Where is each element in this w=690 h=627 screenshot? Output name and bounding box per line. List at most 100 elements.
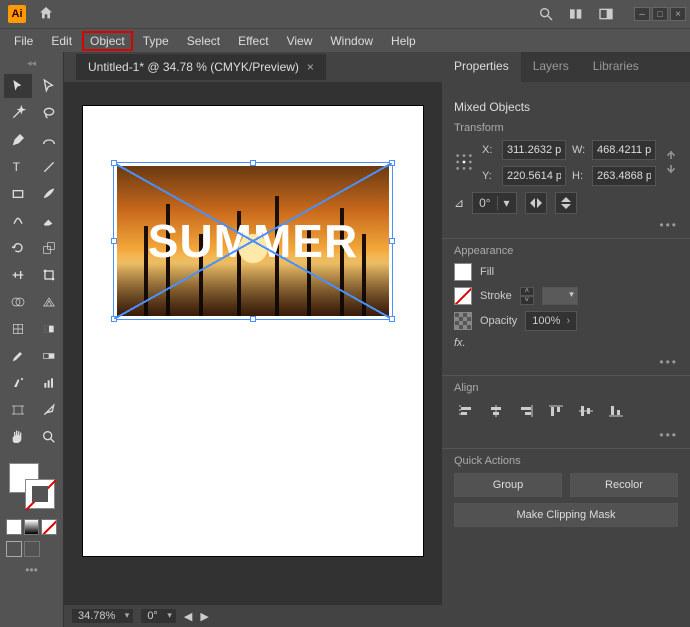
tool-rectangle[interactable] xyxy=(4,182,32,206)
color-mode-none[interactable] xyxy=(41,519,57,535)
stroke-weight-stepper[interactable]: ˄˅ xyxy=(520,287,534,305)
toolbox: ◂◂ T xyxy=(0,52,64,627)
arrange-documents-icon[interactable] xyxy=(566,4,586,24)
y-input[interactable] xyxy=(502,166,566,186)
artboard-nav-prev-icon[interactable]: ◀ xyxy=(184,610,192,623)
appearance-more-icon[interactable]: ••• xyxy=(454,355,678,369)
align-left-button[interactable] xyxy=(454,400,478,422)
tool-shape-builder[interactable] xyxy=(4,290,32,314)
recolor-button[interactable]: Recolor xyxy=(570,473,678,497)
tool-gradient[interactable] xyxy=(35,317,63,341)
group-button[interactable]: Group xyxy=(454,473,562,497)
fill-label: Fill xyxy=(480,266,494,278)
fill-stroke-swatch[interactable] xyxy=(9,463,55,509)
tool-symbol-sprayer[interactable] xyxy=(4,371,32,395)
placed-image[interactable]: SUMMER xyxy=(117,166,389,316)
tool-line[interactable] xyxy=(35,155,63,179)
screen-mode-normal[interactable] xyxy=(6,541,22,557)
document-tab-title: Untitled-1* @ 34.78 % (CMYK/Preview) xyxy=(88,60,299,74)
tool-selection[interactable] xyxy=(4,74,32,98)
tool-eraser[interactable] xyxy=(35,209,63,233)
tab-properties[interactable]: Properties xyxy=(442,52,521,82)
tool-type[interactable]: T xyxy=(4,155,32,179)
close-tab-icon[interactable]: × xyxy=(307,60,314,74)
stroke-label: Stroke xyxy=(480,290,512,302)
document-tab[interactable]: Untitled-1* @ 34.78 % (CMYK/Preview) × xyxy=(76,54,326,80)
tool-free-transform[interactable] xyxy=(35,263,63,287)
color-mode-solid[interactable] xyxy=(6,519,22,535)
tool-hand[interactable] xyxy=(4,425,32,449)
selection-type-label: Mixed Objects xyxy=(454,100,678,114)
collapse-toolbox-icon[interactable]: ◂◂ xyxy=(0,58,63,70)
menu-type[interactable]: Type xyxy=(135,31,177,51)
tool-magic-wand[interactable] xyxy=(4,101,32,125)
window-maximize-button[interactable]: □ xyxy=(652,7,668,21)
tool-perspective-grid[interactable] xyxy=(35,290,63,314)
zoom-field[interactable]: 34.78% xyxy=(72,609,133,623)
tool-column-graph[interactable] xyxy=(35,371,63,395)
tool-scale[interactable] xyxy=(35,236,63,260)
menu-help[interactable]: Help xyxy=(383,31,424,51)
align-bottom-button[interactable] xyxy=(604,400,628,422)
tool-curvature[interactable] xyxy=(35,128,63,152)
flip-vertical-icon[interactable] xyxy=(555,192,577,214)
rotate-view-field[interactable]: 0° xyxy=(141,609,176,623)
window-close-button[interactable]: × xyxy=(670,7,686,21)
h-input[interactable] xyxy=(592,166,656,186)
tool-paintbrush[interactable] xyxy=(35,182,63,206)
window-minimize-button[interactable]: ‒ xyxy=(634,7,650,21)
text-object[interactable]: SUMMER xyxy=(117,166,389,316)
menu-file[interactable]: File xyxy=(6,31,41,51)
canvas[interactable]: SUMMER xyxy=(64,82,442,605)
fx-label[interactable]: fx. xyxy=(454,337,466,349)
opacity-label: Opacity xyxy=(480,315,517,327)
reference-point-icon[interactable] xyxy=(454,152,474,174)
menu-window[interactable]: Window xyxy=(322,31,381,51)
tool-blend[interactable] xyxy=(35,344,63,368)
align-top-button[interactable] xyxy=(544,400,568,422)
flip-horizontal-icon[interactable] xyxy=(525,192,547,214)
panel-tabs: Properties Layers Libraries xyxy=(442,52,690,82)
stroke-swatch-panel[interactable] xyxy=(454,287,472,305)
tool-mesh[interactable] xyxy=(4,317,32,341)
tool-pen[interactable] xyxy=(4,128,32,152)
x-input[interactable] xyxy=(502,140,566,160)
menu-effect[interactable]: Effect xyxy=(230,31,276,51)
stroke-swatch[interactable] xyxy=(25,479,55,509)
transform-more-icon[interactable]: ••• xyxy=(454,218,678,232)
tool-lasso[interactable] xyxy=(35,101,63,125)
rotate-input[interactable]: 0°▾ xyxy=(472,192,517,214)
tool-shaper[interactable] xyxy=(4,209,32,233)
make-clipping-mask-button[interactable]: Make Clipping Mask xyxy=(454,503,678,527)
opacity-input[interactable]: 100% xyxy=(525,311,577,331)
artboard-nav-next-icon[interactable]: ▶ xyxy=(200,610,208,623)
tool-slice[interactable] xyxy=(35,398,63,422)
tool-direct-selection[interactable] xyxy=(35,74,63,98)
w-input[interactable] xyxy=(592,140,656,160)
menu-edit[interactable]: Edit xyxy=(43,31,80,51)
tool-rotate[interactable] xyxy=(4,236,32,260)
align-more-icon[interactable]: ••• xyxy=(454,428,678,442)
tab-libraries[interactable]: Libraries xyxy=(581,52,651,82)
tool-zoom[interactable] xyxy=(35,425,63,449)
tool-width[interactable] xyxy=(4,263,32,287)
align-hcenter-button[interactable] xyxy=(484,400,508,422)
align-section-label: Align xyxy=(454,382,678,394)
tab-layers[interactable]: Layers xyxy=(521,52,581,82)
menu-object[interactable]: Object xyxy=(82,31,133,51)
tool-eyedropper[interactable] xyxy=(4,344,32,368)
tool-artboard[interactable] xyxy=(4,398,32,422)
align-vcenter-button[interactable] xyxy=(574,400,598,422)
menu-view[interactable]: View xyxy=(279,31,321,51)
color-mode-gradient[interactable] xyxy=(24,519,40,535)
stroke-weight-dropdown[interactable] xyxy=(542,287,578,305)
workspace-icon[interactable] xyxy=(596,4,616,24)
menu-select[interactable]: Select xyxy=(179,31,228,51)
align-right-button[interactable] xyxy=(514,400,538,422)
fill-swatch-panel[interactable] xyxy=(454,263,472,281)
screen-mode-full[interactable] xyxy=(24,541,40,557)
search-icon[interactable] xyxy=(536,4,556,24)
home-icon[interactable] xyxy=(38,5,54,24)
link-wh-icon[interactable] xyxy=(664,148,678,179)
edit-toolbar-icon[interactable]: ••• xyxy=(0,557,63,583)
